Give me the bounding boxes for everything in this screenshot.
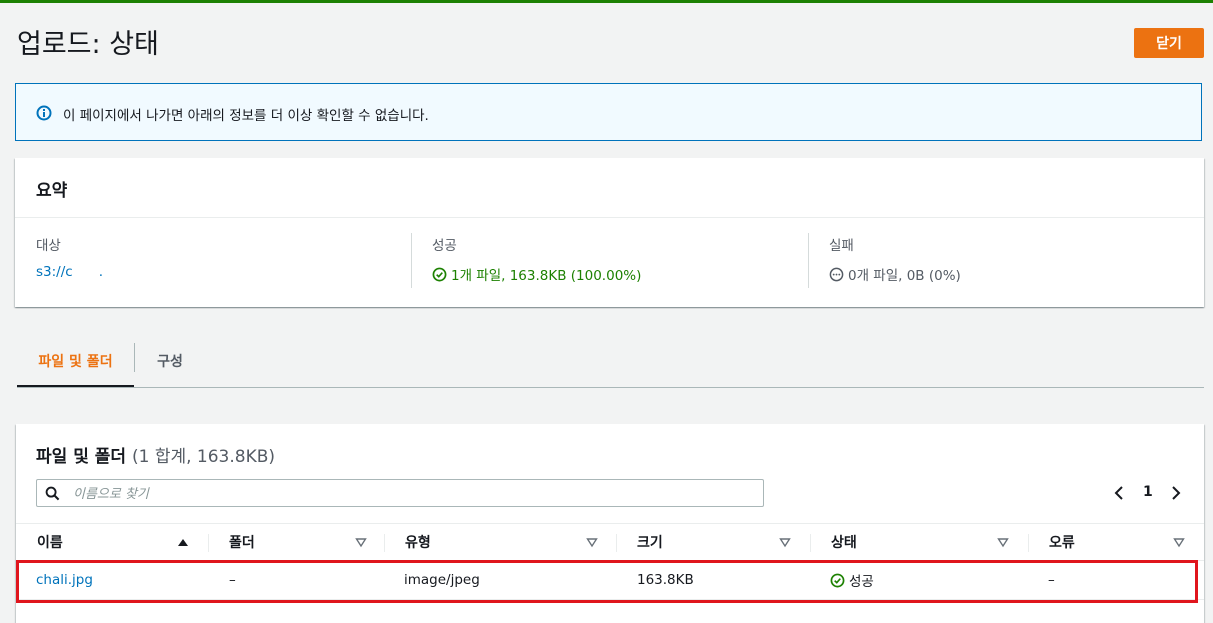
column-header-label: 유형 <box>405 535 431 551</box>
top-status-bar <box>0 0 1213 3</box>
search-box <box>36 479 764 507</box>
destination-link[interactable]: s3://c <box>36 264 73 280</box>
info-alert-text: 이 페이지에서 나가면 아래의 정보를 더 이상 확인할 수 없습니다. <box>63 108 429 124</box>
sort-ascending-icon <box>178 539 188 546</box>
sort-icon <box>355 538 367 548</box>
files-title: 파일 및 폴더 (1 합계, 163.8KB) <box>36 442 275 467</box>
column-header-label: 폴더 <box>229 535 255 551</box>
check-circle-icon <box>432 267 447 281</box>
cell-status: 성공 <box>830 561 874 599</box>
ellipsis-circle-icon <box>829 267 844 281</box>
column-separator <box>1028 534 1029 552</box>
table-header: 이름 폴더 유형 크기 상태 오류 <box>16 523 1204 561</box>
cell-name: chali.jpg <box>36 561 93 599</box>
tab-bar: 파일 및 폴더 구성 <box>17 337 1204 388</box>
table-row: chali.jpg – image/jpeg 163.8KB 성공 – <box>16 561 1204 600</box>
chevron-right-icon[interactable] <box>1168 484 1184 502</box>
cell-type: image/jpeg <box>404 572 480 588</box>
sort-icon <box>997 538 1009 548</box>
summary-title: 요약 <box>36 181 68 201</box>
column-header-error[interactable]: 오류 <box>1049 524 1185 560</box>
success-label: 성공 <box>432 238 457 254</box>
status-text: 성공 <box>849 574 874 590</box>
sort-icon <box>586 538 598 548</box>
close-button[interactable]: 닫기 <box>1134 28 1204 58</box>
success-value-text: 1개 파일, 163.8KB (100.00%) <box>451 268 642 284</box>
search-input[interactable] <box>71 482 755 506</box>
success-value: 1개 파일, 163.8KB (100.00%) <box>432 264 641 284</box>
column-separator <box>384 534 385 552</box>
files-title-text: 파일 및 폴더 <box>36 447 127 467</box>
page-number[interactable]: 1 <box>1143 484 1153 500</box>
tab-configuration[interactable]: 구성 <box>135 337 205 385</box>
column-separator <box>616 534 617 552</box>
check-circle-icon <box>830 573 845 587</box>
destination-link-tail: . <box>98 264 103 280</box>
search-icon <box>45 486 60 501</box>
column-header-status[interactable]: 상태 <box>831 524 1009 560</box>
column-header-label: 상태 <box>831 535 857 551</box>
cell-folder: – <box>229 572 236 588</box>
success-column: 성공 1개 파일, 163.8KB (100.00%) <box>432 234 641 284</box>
column-header-label: 오류 <box>1049 535 1075 551</box>
sort-icon <box>779 538 791 548</box>
divider <box>15 217 1204 218</box>
failure-column: 실패 0개 파일, 0B (0%) <box>829 234 961 284</box>
column-header-label: 크기 <box>637 535 663 551</box>
summary-panel: 요약 대상 s3://c . 성공 1개 파일, 163.8KB (100.00… <box>15 158 1204 307</box>
column-header-folder[interactable]: 폴더 <box>229 524 367 560</box>
cell-size: 163.8KB <box>637 572 694 588</box>
column-separator <box>411 233 412 288</box>
chevron-left-icon[interactable] <box>1111 484 1127 502</box>
column-header-name[interactable]: 이름 <box>37 524 189 560</box>
failure-value: 0개 파일, 0B (0%) <box>829 264 961 284</box>
files-count: (1 합계, 163.8KB) <box>131 447 276 467</box>
info-alert: 이 페이지에서 나가면 아래의 정보를 더 이상 확인할 수 없습니다. <box>15 83 1202 141</box>
file-link[interactable]: chali.jpg <box>36 572 93 588</box>
info-icon <box>36 105 52 121</box>
tab-files-and-folders[interactable]: 파일 및 폴더 <box>17 337 134 387</box>
column-separator <box>808 233 809 288</box>
destination-column: 대상 s3://c . <box>36 234 103 280</box>
column-header-size[interactable]: 크기 <box>637 524 791 560</box>
destination-label: 대상 <box>36 238 61 254</box>
files-panel: 파일 및 폴더 (1 합계, 163.8KB) 1 이름 폴더 유형 <box>16 424 1204 623</box>
sort-icon <box>1173 538 1185 548</box>
column-header-label: 이름 <box>37 535 63 551</box>
column-header-type[interactable]: 유형 <box>405 524 598 560</box>
column-separator <box>208 534 209 552</box>
column-separator <box>810 534 811 552</box>
failure-label: 실패 <box>829 238 854 254</box>
cell-error: – <box>1048 572 1055 588</box>
page-title: 업로드: 상태 <box>17 29 159 60</box>
failure-value-text: 0개 파일, 0B (0%) <box>848 268 961 284</box>
destination-value: s3://c . <box>36 264 103 280</box>
